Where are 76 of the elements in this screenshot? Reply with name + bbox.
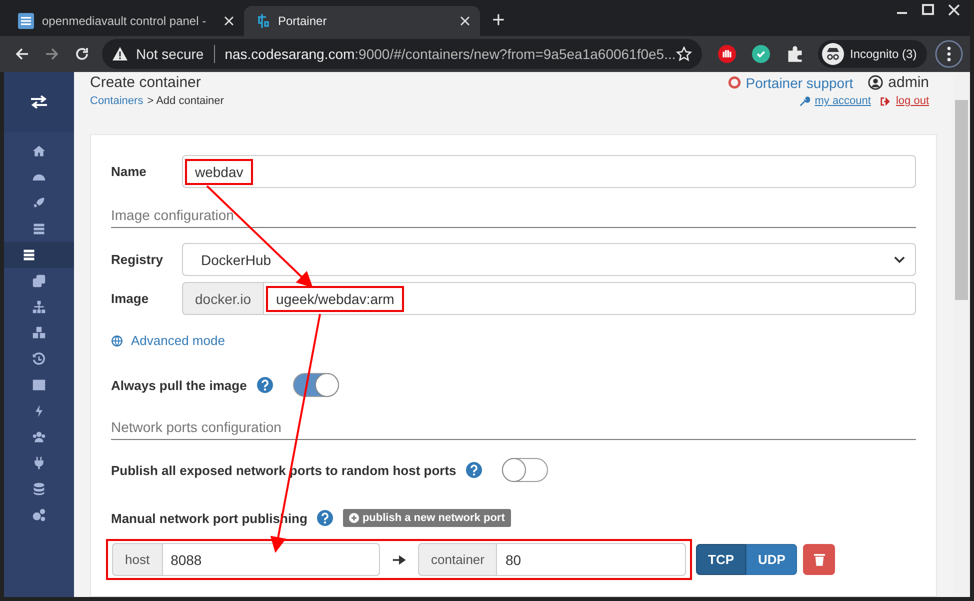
host-label: host (112, 543, 162, 576)
close-icon[interactable] (224, 16, 234, 26)
server-icon (22, 248, 36, 262)
registry-prefix: docker.io (182, 282, 264, 315)
field-label: Name (111, 164, 148, 179)
new-tab-button[interactable]: + (492, 9, 505, 31)
help-icon[interactable] (256, 377, 273, 393)
profile-button[interactable]: Incognito (3) (818, 40, 927, 68)
arrows-icon (29, 95, 49, 109)
wrench-icon (798, 96, 810, 106)
my-account-link[interactable]: my account (814, 95, 871, 107)
field-label: Registry (111, 252, 164, 267)
plus-circle-icon (349, 513, 360, 523)
breadcrumb-current: > Add container (147, 95, 224, 107)
name-value: webdav (185, 158, 254, 184)
rocket-icon (32, 196, 46, 210)
publish-port-button[interactable]: publish a new network port (343, 509, 511, 527)
browser-tab[interactable]: openmediavault control panel - (8, 6, 244, 36)
url-text: nas.codesarang.com:9000/#/containers/new?from=9a5ea1a60061f0e5... (224, 46, 676, 62)
toggle-switch[interactable] (502, 458, 548, 482)
host-port-field[interactable]: 8088 (162, 543, 380, 576)
cubes-icon (32, 326, 46, 340)
back-arrow-icon[interactable] (14, 46, 30, 62)
log-out-link[interactable]: log out (896, 95, 929, 107)
image-field[interactable]: ugeek/webdav:arm (263, 282, 916, 315)
puzzle-icon[interactable] (786, 45, 804, 63)
delete-button[interactable] (803, 544, 836, 575)
registry-select[interactable]: DockerHub (182, 243, 916, 276)
trash-icon (814, 553, 825, 566)
tab-title: openmediavault control panel - (42, 14, 208, 28)
toggle-label: Always pull the image (111, 378, 247, 392)
browser-tab[interactable]: Portainer (244, 6, 480, 36)
list-icon (18, 13, 34, 29)
star-icon[interactable] (676, 46, 692, 62)
protocol-button[interactable]: TCP (696, 544, 746, 575)
shield-icon[interactable] (752, 45, 770, 63)
name-field[interactable]: webdav (182, 155, 916, 188)
user-icon (868, 75, 884, 90)
users-icon (32, 430, 46, 444)
menu-icon[interactable] (934, 40, 963, 68)
user-name: admin (888, 74, 929, 91)
list-icon (32, 222, 46, 236)
plug-icon (32, 456, 46, 470)
security-label: Not secure (136, 46, 204, 62)
tab-title: Portainer (278, 14, 328, 28)
container-port-field[interactable]: 80 (496, 543, 686, 576)
globe-icon (111, 334, 123, 346)
field-label: Image (111, 291, 150, 306)
help-icon[interactable] (466, 462, 482, 478)
sitemap-icon (32, 300, 46, 314)
warning-icon (112, 46, 128, 62)
incognito-icon (822, 43, 844, 65)
home-icon (32, 144, 46, 158)
sign-out-icon (880, 96, 891, 106)
page-title: Create container (90, 74, 202, 91)
clone-icon (32, 274, 46, 288)
history-icon (32, 352, 46, 366)
arrow-right-icon (392, 554, 406, 564)
database-icon (32, 482, 46, 496)
forward-arrow-icon[interactable] (44, 46, 60, 62)
section-title: Image configuration (111, 207, 916, 228)
support-link[interactable]: Portainer support (746, 74, 854, 90)
help-icon[interactable] (317, 510, 334, 526)
protocol-button[interactable]: UDP (746, 544, 798, 575)
chevron-down-icon (894, 256, 905, 264)
reload-icon[interactable] (74, 46, 90, 62)
toggle-switch[interactable] (292, 373, 339, 397)
section-title: Network ports configuration (111, 419, 916, 440)
image-value: ugeek/webdav:arm (266, 286, 404, 312)
close-icon[interactable] (460, 16, 470, 26)
lifebuoy-icon (728, 76, 741, 89)
sidebar-item[interactable] (4, 242, 74, 268)
advanced-mode-link[interactable]: Advanced mode (131, 333, 225, 348)
container-label: container (418, 543, 496, 576)
address-bar[interactable]: Not secure nas.codesarang.com:9000/#/containers/new?from=9a5ea1a60061f0e5... (102, 39, 702, 69)
breadcrumb-link[interactable]: Containers (90, 95, 144, 107)
